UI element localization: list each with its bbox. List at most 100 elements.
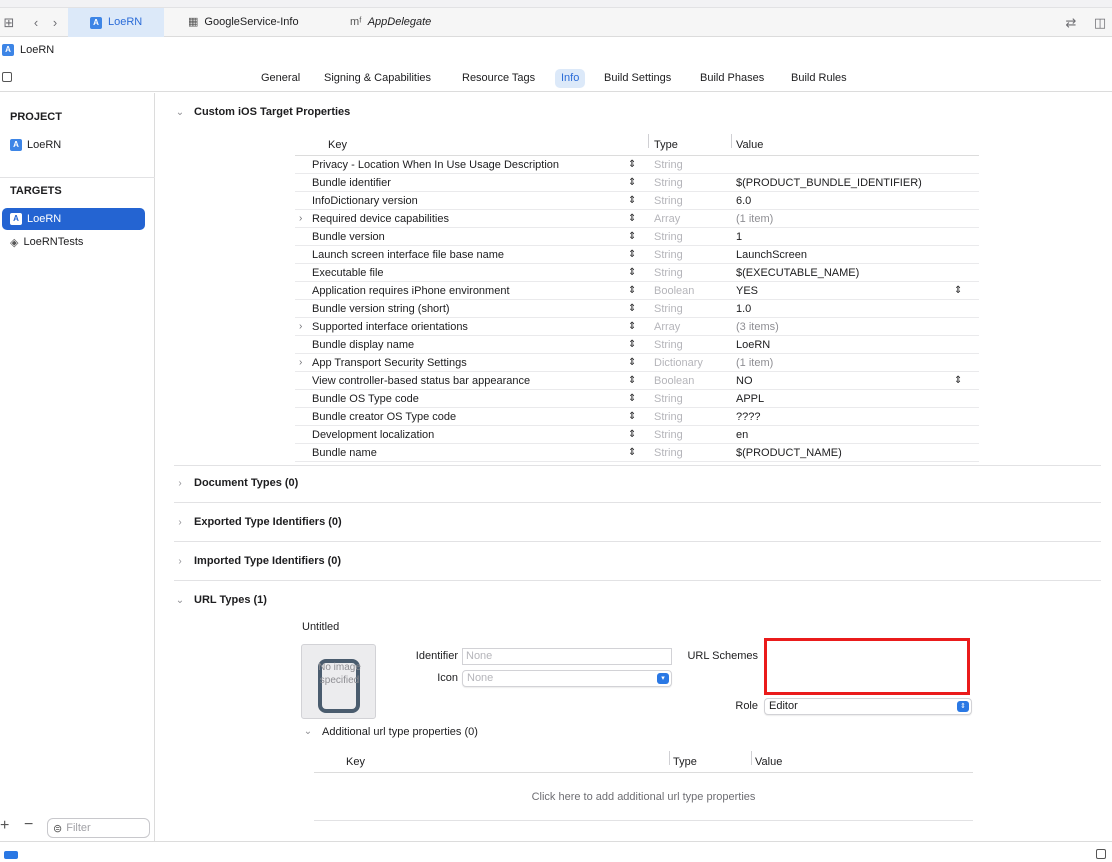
remove-target-icon[interactable]: − xyxy=(24,816,33,834)
property-value[interactable]: (1 item) xyxy=(736,210,773,228)
tab-build-rules[interactable]: Build Rules xyxy=(785,69,853,88)
property-value[interactable]: NO xyxy=(736,372,753,390)
value-column-header[interactable]: Value xyxy=(755,751,782,773)
property-value[interactable]: 1 xyxy=(736,228,742,246)
key-popup-icon[interactable]: ⇕ xyxy=(628,210,636,228)
property-key[interactable]: Privacy - Location When In Use Usage Des… xyxy=(312,156,559,174)
property-row[interactable]: › Required device capabilities ⇕ Array (1 it… xyxy=(295,210,979,228)
back-icon[interactable]: ‹ xyxy=(28,8,44,37)
section-url-types[interactable]: ⌄ URL Types (1) xyxy=(174,589,1101,611)
key-popup-icon[interactable]: ⇕ xyxy=(628,336,636,354)
section-custom-ios-target-properties[interactable]: ⌄ Custom iOS Target Properties xyxy=(174,101,1101,123)
property-row[interactable]: › Supported interface orientations ⇕ Array (… xyxy=(295,318,979,336)
property-value[interactable]: 6.0 xyxy=(736,192,751,210)
tab-appdelegate[interactable]: mᶠ AppDelegate xyxy=(328,8,458,37)
value-column-header[interactable]: Value xyxy=(736,134,763,156)
additional-properties-disclosure[interactable]: ⌄ Additional url type properties (0) xyxy=(302,726,478,738)
property-row[interactable]: Bundle display name ⇕ String LoeRN xyxy=(295,336,979,354)
sidebar-item-target-loern[interactable]: A LoeRN xyxy=(2,208,145,230)
value-popup-icon[interactable]: ⇕ xyxy=(954,282,962,300)
property-key[interactable]: Development localization xyxy=(312,426,434,444)
chevron-right-icon[interactable]: › xyxy=(299,210,302,228)
property-row[interactable]: Bundle version ⇕ String 1 xyxy=(295,228,979,246)
property-key[interactable]: Bundle version string (short) xyxy=(312,300,450,318)
section-imported-type-identifiers[interactable]: › Imported Type Identifiers (0) xyxy=(174,550,1101,572)
property-key[interactable]: InfoDictionary version xyxy=(312,192,418,210)
tab-general[interactable]: General xyxy=(255,69,306,88)
property-value[interactable]: en xyxy=(736,426,748,444)
console-toggle-icon[interactable] xyxy=(4,851,18,859)
identifier-field[interactable]: None xyxy=(462,648,672,665)
property-row[interactable]: › App Transport Security Settings ⇕ Diction… xyxy=(295,354,979,372)
property-row[interactable]: Privacy - Location When In Use Usage Des… xyxy=(295,156,979,174)
property-row[interactable]: Bundle creator OS Type code ⇕ String???? xyxy=(295,408,979,426)
chevron-right-icon[interactable]: › xyxy=(299,354,302,372)
section-exported-type-identifiers[interactable]: › Exported Type Identifiers (0) xyxy=(174,511,1101,533)
section-document-types[interactable]: › Document Types (0) xyxy=(174,472,1101,494)
url-schemes-field[interactable] xyxy=(764,638,970,695)
key-popup-icon[interactable]: ⇕ xyxy=(628,318,636,336)
key-popup-icon[interactable]: ⇕ xyxy=(628,282,636,300)
property-row[interactable]: Executable file ⇕ String $(EXECUTABLE_NAME) xyxy=(295,264,979,282)
property-value[interactable]: YES xyxy=(736,282,758,300)
key-popup-icon[interactable]: ⇕ xyxy=(628,192,636,210)
chevron-right-icon[interactable]: › xyxy=(299,318,302,336)
key-popup-icon[interactable]: ⇕ xyxy=(628,354,636,372)
property-key[interactable]: Bundle identifier xyxy=(312,174,391,192)
property-row[interactable]: InfoDictionary version ⇕ String 6.0 xyxy=(295,192,979,210)
tab-googleservice-info[interactable]: ▦ GoogleService-Info xyxy=(166,8,321,37)
property-value[interactable]: (1 item) xyxy=(736,354,773,372)
property-key[interactable]: Executable file xyxy=(312,264,384,282)
value-popup-icon[interactable]: ⇕ xyxy=(954,372,962,390)
property-value[interactable]: APPL xyxy=(736,390,764,408)
breadcrumb-project[interactable]: LoeRN xyxy=(20,44,54,56)
sidebar-item-project-loern[interactable]: A LoeRN xyxy=(2,134,145,156)
key-popup-icon[interactable]: ⇕ xyxy=(628,156,636,174)
url-type-image-well[interactable]: No image specified xyxy=(301,644,376,719)
url-type-entry-title[interactable]: Untitled xyxy=(302,621,339,633)
key-column-header[interactable]: Key xyxy=(346,751,365,773)
icon-popup[interactable]: None ▾ xyxy=(462,670,672,687)
tab-resource-tags[interactable]: Resource Tags xyxy=(456,69,541,88)
property-row[interactable]: View controller-based status bar appeara… xyxy=(295,372,979,390)
property-key[interactable]: View controller-based status bar appeara… xyxy=(312,372,530,390)
property-row[interactable]: Bundle OS Type code ⇕ String APPL xyxy=(295,390,979,408)
property-key[interactable]: Application requires iPhone environment xyxy=(312,282,510,300)
forward-icon[interactable]: › xyxy=(47,8,63,37)
property-row[interactable]: Application requires iPhone environment ⇕… xyxy=(295,282,979,300)
property-key[interactable]: Bundle version xyxy=(312,228,385,246)
filter-input[interactable]: ⊜ Filter xyxy=(47,818,150,838)
property-row[interactable]: Bundle name ⇕ String $(PRODUCT_NAME) xyxy=(295,444,979,462)
key-popup-icon[interactable]: ⇕ xyxy=(628,228,636,246)
tab-loern[interactable]: A LoeRN xyxy=(68,8,164,37)
tab-info[interactable]: Info xyxy=(555,69,586,88)
key-popup-icon[interactable]: ⇕ xyxy=(628,390,636,408)
property-key[interactable]: Required device capabilities xyxy=(312,210,449,228)
property-value[interactable]: (3 items) xyxy=(736,318,779,336)
inspector-toggle-icon[interactable] xyxy=(1096,849,1106,859)
property-key[interactable]: Supported interface orientations xyxy=(312,318,468,336)
property-value[interactable]: $(EXECUTABLE_NAME) xyxy=(736,264,859,282)
key-popup-icon[interactable]: ⇕ xyxy=(628,444,636,462)
property-value[interactable]: $(PRODUCT_NAME) xyxy=(736,444,842,462)
key-column-header[interactable]: Key xyxy=(328,134,347,156)
property-value[interactable]: LaunchScreen xyxy=(736,246,807,264)
property-row[interactable]: Bundle version string (short) ⇕ String 1.0 xyxy=(295,300,979,318)
key-popup-icon[interactable]: ⇕ xyxy=(628,372,636,390)
key-popup-icon[interactable]: ⇕ xyxy=(628,174,636,192)
add-url-property-hint[interactable]: Click here to add additional url type pr… xyxy=(314,773,973,821)
property-key[interactable]: Launch screen interface file base name xyxy=(312,246,504,264)
tab-build-settings[interactable]: Build Settings xyxy=(598,69,677,88)
key-popup-icon[interactable]: ⇕ xyxy=(628,300,636,318)
grid-icon[interactable]: ⊞ xyxy=(1,8,17,37)
property-value[interactable]: LoeRN xyxy=(736,336,770,354)
sidebar-item-target-loerntests[interactable]: ◈ LoeRNTests xyxy=(2,231,145,253)
property-row[interactable]: Bundle identifier ⇕ String $(PRODUCT_BUNDLE… xyxy=(295,174,979,192)
type-column-header[interactable]: Type xyxy=(654,134,678,156)
property-row[interactable]: Launch screen interface file base name ⇕ S… xyxy=(295,246,979,264)
key-popup-icon[interactable]: ⇕ xyxy=(628,264,636,282)
property-key[interactable]: Bundle display name xyxy=(312,336,414,354)
add-target-icon[interactable]: + xyxy=(0,817,9,835)
key-popup-icon[interactable]: ⇕ xyxy=(628,426,636,444)
property-key[interactable]: Bundle OS Type code xyxy=(312,390,419,408)
